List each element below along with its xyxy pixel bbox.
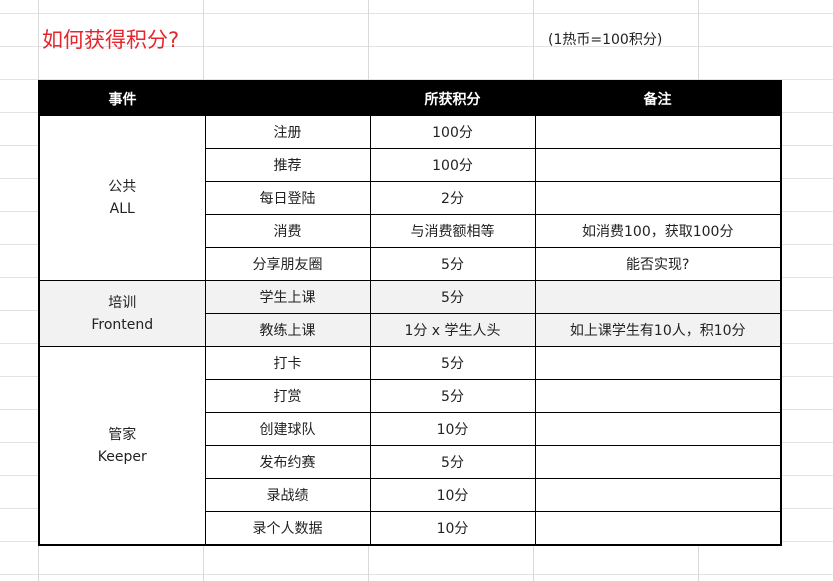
points-cell[interactable]: 5分 (369, 379, 536, 413)
remark-cell[interactable] (534, 346, 782, 380)
points-cell[interactable]: 5分 (369, 445, 536, 479)
event-cell[interactable]: 每日登陆 (204, 181, 371, 215)
event-cell[interactable]: 打赏 (204, 379, 371, 413)
points-cell[interactable]: 10分 (369, 412, 536, 446)
event-cell[interactable]: 教练上课 (204, 313, 371, 347)
category-name-en: Keeper (97, 448, 147, 465)
event-cell[interactable]: 学生上课 (204, 280, 371, 314)
remark-cell[interactable] (534, 148, 782, 182)
header-remark[interactable]: 备注 (535, 81, 781, 116)
category-name: 管家 (108, 426, 137, 443)
header-blank[interactable] (205, 81, 370, 116)
page-title: 如何获得积分? (42, 28, 180, 52)
event-cell[interactable]: 消费 (204, 214, 371, 248)
remark-cell[interactable] (534, 511, 782, 546)
category-name-en: Frontend (91, 316, 154, 333)
event-cell[interactable]: 录个人数据 (204, 511, 371, 546)
remark-cell[interactable]: 能否实现? (534, 247, 782, 281)
remark-cell[interactable] (534, 115, 782, 149)
table-body: 公共 ALL 注册 100分 推荐 100分 每日登陆 2分 消费 与消费额相等 如消费100，获取… (38, 115, 782, 546)
category-name-en: ALL (109, 201, 135, 217)
event-cell[interactable]: 注册 (204, 115, 371, 149)
points-cell[interactable]: 5分 (369, 346, 536, 380)
points-cell[interactable]: 100分 (369, 148, 536, 182)
points-cell[interactable]: 5分 (369, 247, 536, 281)
remark-cell[interactable]: 如上课学生有10人，积10分 (534, 313, 782, 347)
event-cell[interactable]: 发布约赛 (204, 445, 371, 479)
table-row: 培训 Frontend 学生上课 5分 (38, 280, 782, 347)
category-cell[interactable]: 管家 Keeper (38, 346, 206, 546)
remark-cell[interactable]: 如消费100，获取100分 (534, 214, 782, 248)
remark-cell[interactable] (534, 181, 782, 215)
header-event[interactable]: 事件 (39, 81, 205, 116)
table-row: 管家 Keeper 打卡 5分 (38, 346, 782, 546)
table-header-row: 事件 所获积分 备注 (39, 81, 781, 116)
remark-cell[interactable] (534, 412, 782, 446)
category-name: 培训 (108, 294, 137, 311)
remark-cell[interactable] (534, 280, 782, 314)
points-table: 事件 所获积分 备注 公共 ALL 注册 100分 推荐 100分 每日登陆 2分 消费 与消费额… (38, 80, 782, 546)
event-cell[interactable]: 打卡 (204, 346, 371, 380)
conversion-note: (1热币=100积分) (548, 32, 663, 48)
category-cell[interactable]: 培训 Frontend (38, 280, 206, 347)
points-cell[interactable]: 1分 x 学生人头 (369, 313, 536, 347)
header-points[interactable]: 所获积分 (370, 81, 535, 116)
event-cell[interactable]: 创建球队 (204, 412, 371, 446)
category-label: 公共 ALL (40, 176, 205, 220)
points-cell[interactable]: 5分 (369, 280, 536, 314)
points-cell[interactable]: 与消费额相等 (369, 214, 536, 248)
category-name: 公共 (108, 179, 137, 195)
points-cell[interactable]: 100分 (369, 115, 536, 149)
event-cell[interactable]: 录战绩 (204, 478, 371, 512)
remark-cell[interactable] (534, 478, 782, 512)
points-cell[interactable]: 10分 (369, 511, 536, 546)
category-label: 培训 Frontend (40, 292, 205, 336)
table-row: 公共 ALL 注册 100分 (38, 115, 782, 281)
points-cell[interactable]: 10分 (369, 478, 536, 512)
event-cell[interactable]: 推荐 (204, 148, 371, 182)
category-cell[interactable]: 公共 ALL (38, 115, 206, 281)
remark-cell[interactable] (534, 445, 782, 479)
remark-cell[interactable] (534, 379, 782, 413)
category-label: 管家 Keeper (40, 424, 205, 468)
points-cell[interactable]: 2分 (369, 181, 536, 215)
event-cell[interactable]: 分享朋友圈 (204, 247, 371, 281)
